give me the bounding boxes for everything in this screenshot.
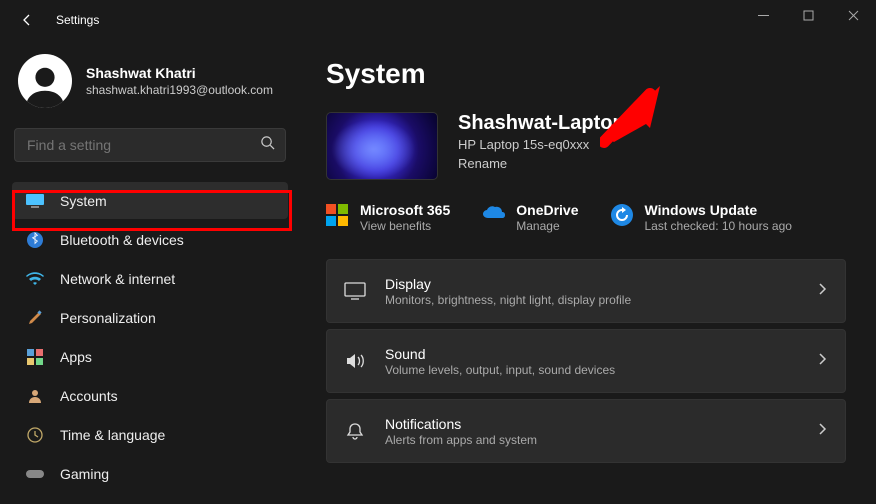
search-box[interactable] [14, 128, 286, 162]
card-display[interactable]: DisplayMonitors, brightness, night light… [326, 259, 846, 323]
minimize-button[interactable] [741, 0, 786, 30]
sidebar-item-label: Time & language [60, 427, 165, 443]
sidebar-item-label: System [60, 193, 107, 209]
device-wallpaper-thumb[interactable] [326, 112, 438, 180]
main-content: System Shashwat-Laptop HP Laptop 15s-eq0… [300, 40, 876, 504]
minimize-icon [758, 10, 769, 21]
sound-icon [341, 352, 369, 370]
device-model: HP Laptop 15s-eq0xxx [458, 137, 625, 152]
sidebar-item-label: Accounts [60, 388, 118, 404]
back-button[interactable] [18, 11, 36, 29]
card-title: Notifications [385, 416, 817, 432]
wifi-icon [26, 270, 44, 288]
page-heading: System [326, 58, 846, 90]
sidebar-item-system[interactable]: System [12, 182, 288, 219]
services-row: Microsoft 365View benefits OneDriveManag… [326, 202, 846, 233]
update-icon [611, 204, 633, 226]
sidebar-item-label: Bluetooth & devices [60, 232, 184, 248]
titlebar: Settings [0, 0, 876, 40]
card-sub: Volume levels, output, input, sound devi… [385, 363, 817, 377]
window-title: Settings [56, 13, 99, 27]
clock-icon [26, 426, 44, 444]
bluetooth-icon [26, 231, 44, 249]
display-icon [341, 282, 369, 300]
search-input[interactable] [27, 137, 260, 153]
onedrive-icon [482, 204, 504, 226]
service-sub: Manage [516, 219, 578, 233]
service-windows-update[interactable]: Windows UpdateLast checked: 10 hours ago [611, 202, 792, 233]
sidebar-item-gaming[interactable]: Gaming [12, 455, 288, 492]
chevron-right-icon [817, 282, 827, 301]
service-title: OneDrive [516, 202, 578, 218]
service-onedrive[interactable]: OneDriveManage [482, 202, 578, 233]
sidebar-item-apps[interactable]: Apps [12, 338, 288, 375]
monitor-icon [26, 192, 44, 210]
brush-icon [26, 309, 44, 327]
sidebar-item-network[interactable]: Network & internet [12, 260, 288, 297]
sidebar-item-bluetooth[interactable]: Bluetooth & devices [12, 221, 288, 258]
sidebar-item-label: Personalization [60, 310, 156, 326]
service-microsoft365[interactable]: Microsoft 365View benefits [326, 202, 450, 233]
arrow-left-icon [19, 12, 35, 28]
sidebar: Shashwat Khatri shashwat.khatri1993@outl… [0, 40, 300, 504]
person-icon [26, 387, 44, 405]
profile-block[interactable]: Shashwat Khatri shashwat.khatri1993@outl… [12, 50, 288, 126]
bell-icon [341, 421, 369, 441]
avatar [18, 54, 72, 108]
card-title: Display [385, 276, 817, 292]
maximize-icon [803, 10, 814, 21]
card-title: Sound [385, 346, 817, 362]
person-icon [22, 62, 68, 108]
sidebar-item-time-language[interactable]: Time & language [12, 416, 288, 453]
microsoft-icon [326, 204, 348, 226]
sidebar-item-label: Network & internet [60, 271, 175, 287]
device-name: Shashwat-Laptop [458, 112, 625, 135]
device-row: Shashwat-Laptop HP Laptop 15s-eq0xxx Ren… [326, 112, 846, 180]
service-title: Windows Update [645, 202, 792, 218]
close-icon [848, 10, 859, 21]
service-sub: Last checked: 10 hours ago [645, 219, 792, 233]
gamepad-icon [26, 465, 44, 483]
card-sub: Alerts from apps and system [385, 433, 817, 447]
profile-email: shashwat.khatri1993@outlook.com [86, 83, 273, 97]
card-sound[interactable]: SoundVolume levels, output, input, sound… [326, 329, 846, 393]
window-controls [741, 0, 876, 30]
sidebar-item-personalization[interactable]: Personalization [12, 299, 288, 336]
chevron-right-icon [817, 352, 827, 371]
card-notifications[interactable]: NotificationsAlerts from apps and system [326, 399, 846, 463]
maximize-button[interactable] [786, 0, 831, 30]
service-title: Microsoft 365 [360, 202, 450, 218]
search-icon [260, 135, 275, 155]
card-sub: Monitors, brightness, night light, displ… [385, 293, 817, 307]
service-sub: View benefits [360, 219, 450, 233]
close-button[interactable] [831, 0, 876, 30]
settings-cards: DisplayMonitors, brightness, night light… [326, 259, 846, 463]
chevron-right-icon [817, 422, 827, 441]
sidebar-item-label: Gaming [60, 466, 109, 482]
rename-link[interactable]: Rename [458, 156, 625, 171]
sidebar-nav: System Bluetooth & devices Network & int… [12, 182, 288, 492]
sidebar-item-accounts[interactable]: Accounts [12, 377, 288, 414]
sidebar-item-label: Apps [60, 349, 92, 365]
apps-icon [26, 348, 44, 366]
profile-name: Shashwat Khatri [86, 65, 273, 81]
